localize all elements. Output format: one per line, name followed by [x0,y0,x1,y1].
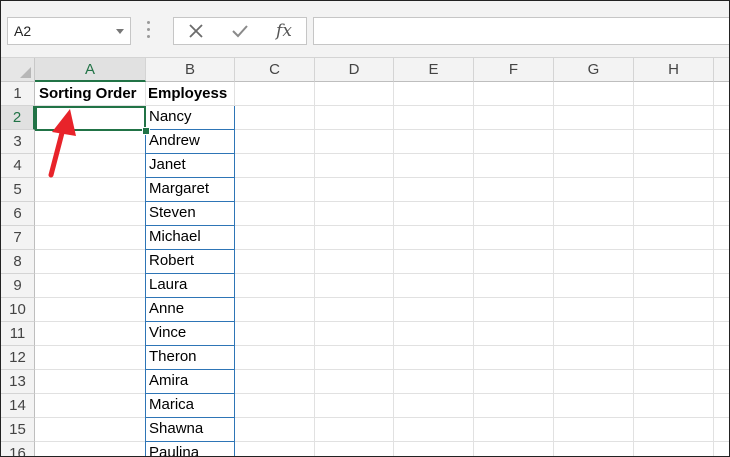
row-header-2[interactable]: 2 [1,106,35,130]
insert-function-button[interactable]: fx [264,18,304,44]
grid-line [35,177,729,178]
chevron-down-icon[interactable] [116,29,124,34]
grid-line [553,82,554,456]
formula-bar: A2 fx [1,1,729,58]
grid-line [35,369,729,370]
cell-b8[interactable]: Robert [145,250,235,274]
grid-line [633,82,634,456]
grid-line [314,82,315,456]
cell-b10[interactable]: Anne [145,298,235,322]
column-header-g[interactable]: G [554,58,634,82]
cancel-x-icon[interactable] [176,18,216,44]
name-box[interactable]: A2 [7,17,131,45]
select-all-triangle-icon [20,67,31,78]
cell-b5[interactable]: Margaret [145,178,235,202]
cell-b16[interactable]: Paulina [145,442,235,456]
cell-b2[interactable]: Nancy [145,106,235,130]
column-header-f[interactable]: F [474,58,554,82]
enter-check-icon[interactable] [220,18,260,44]
cell-b11[interactable]: Vince [145,322,235,346]
cell-b14[interactable]: Marica [145,394,235,418]
grid-line [35,441,729,442]
row-header-7[interactable]: 7 [1,226,35,250]
row-header-13[interactable]: 13 [1,370,35,394]
formula-buttons: fx [173,17,307,45]
grid-line [35,417,729,418]
cell-b12[interactable]: Theron [145,346,235,370]
cell-b6[interactable]: Steven [145,202,235,226]
grid-line [393,82,394,456]
cell-b4[interactable]: Janet [145,154,235,178]
function-icon: fx [276,21,292,41]
cell-b15[interactable]: Shawna [145,418,235,442]
grid-line [35,393,729,394]
row-header-4[interactable]: 4 [1,154,35,178]
cell-b9[interactable]: Laura [145,274,235,298]
grid-line [35,153,729,154]
select-all-button[interactable] [1,58,35,82]
grid-line [713,82,714,456]
cell-b3[interactable]: Andrew [145,130,235,154]
grid-line [35,249,729,250]
spreadsheet-window: A2 fx A B C D E F G H 1 2 3 4 5 6 7 8 9 … [0,0,730,457]
column-header-b[interactable]: B [146,58,235,82]
name-box-value: A2 [14,23,32,39]
column-header-d[interactable]: D [315,58,394,82]
fill-handle[interactable] [142,127,150,135]
grid-line [473,82,474,456]
active-cell-a2[interactable] [35,106,146,131]
row-header-14[interactable]: 14 [1,394,35,418]
grid-line [35,273,729,274]
cell-b1[interactable]: Employess [145,82,235,106]
grid-line [35,201,729,202]
cell-b13[interactable]: Amira [145,370,235,394]
row-header-10[interactable]: 10 [1,298,35,322]
row-header-5[interactable]: 5 [1,178,35,202]
row-header-6[interactable]: 6 [1,202,35,226]
row-header-1[interactable]: 1 [1,82,35,106]
drag-handle-icon[interactable] [147,21,151,41]
grid-line [35,345,729,346]
row-header-9[interactable]: 9 [1,274,35,298]
grid-line [35,225,729,226]
column-header-h[interactable]: H [634,58,714,82]
row-header-3[interactable]: 3 [1,130,35,154]
row-header-12[interactable]: 12 [1,346,35,370]
column-header-e[interactable]: E [394,58,474,82]
grid-line [35,297,729,298]
row-header-16[interactable]: 16 [1,442,35,456]
cell-a1[interactable]: Sorting Order [35,82,145,106]
grid-line [35,321,729,322]
formula-input[interactable] [313,17,729,45]
column-header-c[interactable]: C [235,58,315,82]
row-header-8[interactable]: 8 [1,250,35,274]
column-header-a[interactable]: A [35,58,146,82]
cell-b7[interactable]: Michael [145,226,235,250]
row-header-15[interactable]: 15 [1,418,35,442]
row-header-11[interactable]: 11 [1,322,35,346]
column-header-next[interactable] [714,58,729,82]
